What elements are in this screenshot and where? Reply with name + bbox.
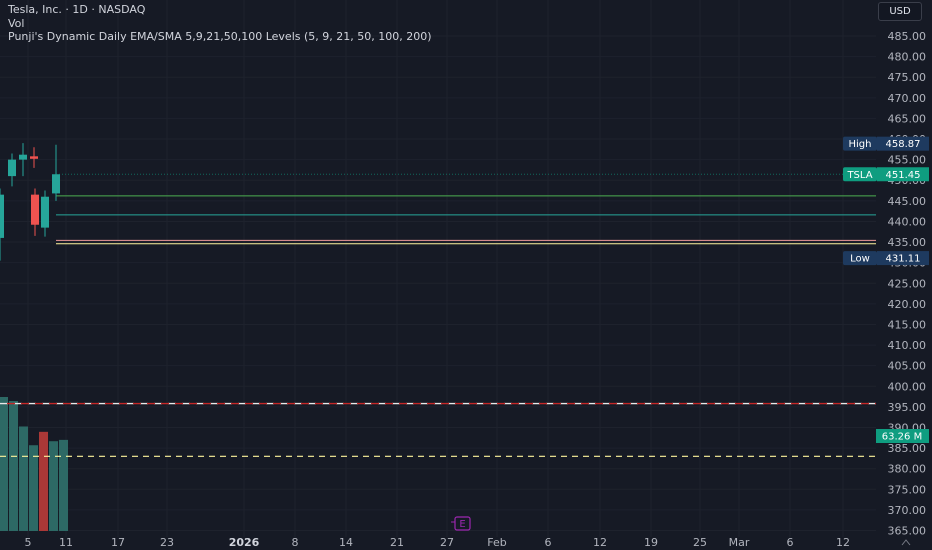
- price-tick-label: 420.00: [888, 298, 927, 311]
- high-badge-label: High: [849, 139, 872, 150]
- candle-body: [52, 174, 60, 194]
- low-badge-label: Low: [850, 254, 870, 265]
- price-badges: High 458.87 TSLA 451.45 Low 431.11 63.26 M: [56, 136, 929, 443]
- high-badge: High 458.87: [843, 136, 929, 151]
- time-tick-label: 6: [787, 536, 794, 549]
- time-tick-label: 6: [545, 536, 552, 549]
- time-tick-label: Feb: [487, 536, 506, 549]
- time-tick-label: 27: [440, 536, 454, 549]
- price-tick-label: 445.00: [888, 195, 927, 208]
- time-tick-label: 5: [25, 536, 32, 549]
- candle-body: [0, 194, 4, 238]
- volume-bar: [39, 431, 48, 531]
- candlestick-series: [0, 143, 60, 261]
- symbol-title[interactable]: Tesla, Inc. · 1D · NASDAQ: [8, 3, 432, 17]
- price-chart[interactable]: 365.00370.00375.00380.00385.00390.00395.…: [0, 0, 932, 550]
- candle-body: [41, 196, 49, 228]
- time-tick-label: 2026: [229, 536, 260, 549]
- candle-body: [8, 159, 16, 177]
- currency-button[interactable]: USD: [878, 2, 922, 21]
- time-axis[interactable]: 5 11 17 23 2026 8 14 21 27 Feb 6 12 19 25 Mar 6 12: [0, 536, 932, 550]
- time-tick-label: 23: [160, 536, 174, 549]
- price-tick-label: 475.00: [888, 71, 927, 84]
- time-tick-label: 17: [111, 536, 125, 549]
- price-tick-label: 435.00: [888, 236, 927, 249]
- last-price-badge: TSLA 451.45: [843, 167, 929, 182]
- time-tick-label: 12: [836, 536, 850, 549]
- volume-bar: [49, 441, 58, 531]
- time-tick-label: Mar: [729, 536, 750, 549]
- time-tick-label: 19: [644, 536, 658, 549]
- price-tick-label: 395.00: [888, 401, 927, 414]
- ma-level-lines: [56, 195, 876, 245]
- candle-body: [31, 194, 39, 225]
- price-tick-label: 400.00: [888, 380, 927, 393]
- price-tick-label: 365.00: [888, 525, 927, 538]
- high-badge-value: 458.87: [886, 139, 921, 150]
- volume-bar: [59, 439, 68, 531]
- time-tick-label: 11: [59, 536, 73, 549]
- event-marker-label: E: [459, 519, 465, 530]
- time-tick-label: 12: [593, 536, 607, 549]
- price-tick-label: 480.00: [888, 51, 927, 64]
- time-tick-label: 8: [292, 536, 299, 549]
- price-axis[interactable]: 365.00370.00375.00380.00385.00390.00395.…: [877, 0, 932, 550]
- volume-bars: [0, 397, 68, 531]
- indicator-label[interactable]: Punji's Dynamic Daily EMA/SMA 5,9,21,50,…: [8, 30, 432, 44]
- volume-bar: [29, 445, 38, 531]
- volume-bar: [9, 401, 18, 531]
- price-tick-label: 385.00: [888, 442, 927, 455]
- chart-grid: [0, 0, 876, 537]
- price-tick-label: 425.00: [888, 277, 927, 290]
- time-tick-label: 21: [390, 536, 404, 549]
- volume-label[interactable]: Vol: [8, 17, 432, 31]
- time-tick-label: 14: [339, 536, 353, 549]
- price-tick-label: 410.00: [888, 339, 927, 352]
- volume-bar: [0, 397, 8, 531]
- price-tick-label: 440.00: [888, 215, 927, 228]
- price-tick-label: 470.00: [888, 92, 927, 105]
- time-tick-label: 25: [693, 536, 707, 549]
- volume-bar: [19, 426, 28, 531]
- price-tick-label: 455.00: [888, 154, 927, 167]
- low-badge-value: 431.11: [886, 254, 921, 265]
- price-tick-label: 375.00: [888, 483, 927, 496]
- last-price-badge-value: 451.45: [886, 170, 921, 181]
- price-tick-label: 415.00: [888, 318, 927, 331]
- last-price-badge-label: TSLA: [846, 170, 872, 181]
- earnings-event-marker[interactable]: E: [451, 516, 471, 531]
- chart-legend: Tesla, Inc. · 1D · NASDAQ Vol Punji's Dy…: [8, 3, 432, 44]
- volume-badge-value: 63.26 M: [882, 432, 922, 443]
- price-tick-label: 465.00: [888, 112, 927, 125]
- candle-body: [19, 154, 27, 160]
- price-tick-label: 380.00: [888, 463, 927, 476]
- price-tick-label: 370.00: [888, 504, 927, 517]
- price-tick-label: 405.00: [888, 360, 927, 373]
- low-badge: Low 431.11: [843, 251, 929, 266]
- candle-body: [30, 156, 38, 159]
- price-tick-label: 485.00: [888, 30, 927, 43]
